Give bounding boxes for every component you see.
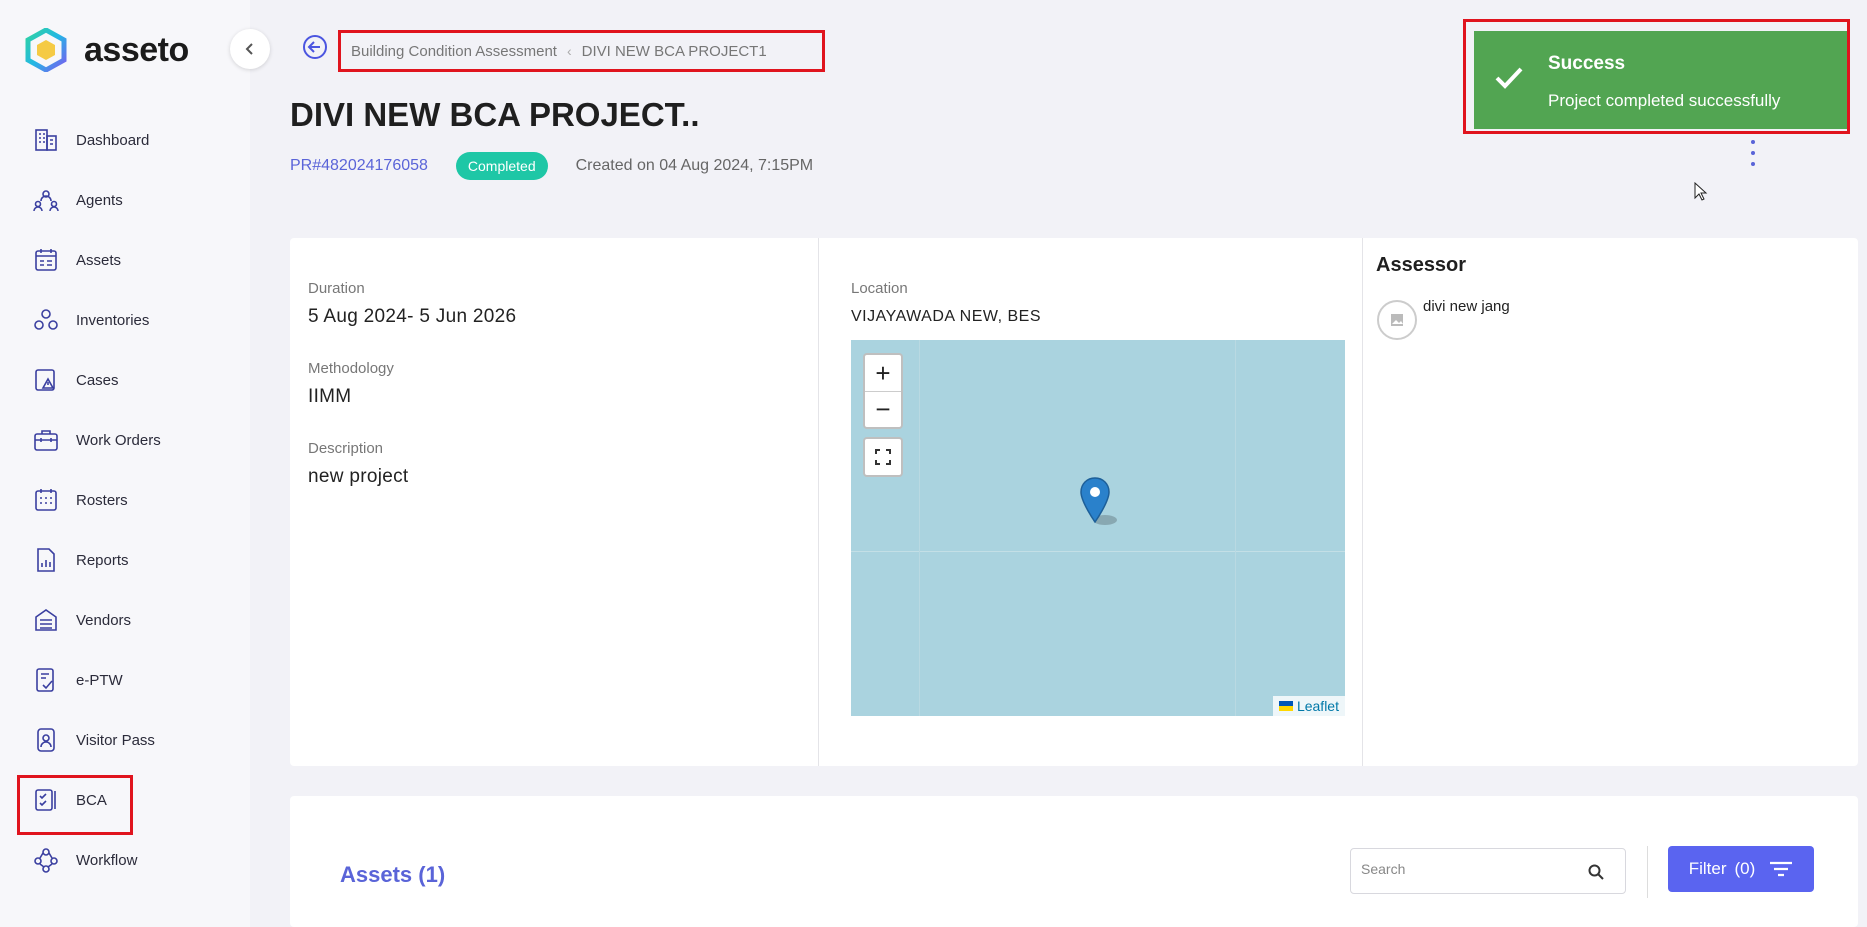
sidebar-item-label: Visitor Pass	[76, 731, 155, 749]
sidebar-item-label: Reports	[76, 551, 129, 569]
duration-value: 5 Aug 2024- 5 Jun 2026	[308, 306, 517, 327]
sidebar-item-reports[interactable]: Reports	[0, 530, 250, 590]
assessor-name: divi new jang	[1423, 298, 1510, 315]
search-box	[1350, 848, 1626, 894]
column-divider	[818, 238, 819, 766]
sidebar-item-label: Cases	[76, 371, 119, 389]
work-orders-icon	[32, 426, 60, 454]
location-label: Location	[851, 280, 908, 297]
sidebar-item-bca[interactable]: BCA	[0, 770, 250, 835]
toast-highlight-frame	[1463, 19, 1850, 134]
filter-icon	[1770, 861, 1793, 877]
chevron-left-icon: ‹	[566, 43, 572, 59]
sidebar-item-label: Work Orders	[76, 431, 161, 449]
sidebar-item-workflow[interactable]: Workflow	[0, 830, 250, 890]
ukraine-flag-icon	[1278, 701, 1293, 711]
description-value: new project	[308, 466, 409, 487]
sidebar-item-dashboard[interactable]: Dashboard	[0, 110, 250, 170]
sidebar-item-label: Inventories	[76, 311, 150, 329]
sidebar-item-label: Assets	[76, 251, 122, 269]
sidebar-item-label: Dashboard	[76, 131, 150, 149]
leaflet-link[interactable]: Leaflet	[1297, 698, 1339, 714]
filter-label: Filter	[1688, 859, 1727, 878]
sidebar-item-label: Rosters	[76, 491, 128, 509]
workflow-icon	[32, 846, 60, 874]
agents-icon	[32, 186, 60, 214]
assets-card: Assets (1) Filter (0)	[290, 796, 1858, 927]
mouse-cursor-icon	[1694, 182, 1708, 201]
avatar	[1377, 300, 1417, 340]
dashboard-building-icon	[32, 126, 60, 154]
vendors-icon	[32, 606, 60, 634]
sidebar-nav: Dashboard Agents Assets Inventories Case…	[0, 110, 250, 890]
sidebar-item-rosters[interactable]: Rosters	[0, 470, 250, 530]
fullscreen-button[interactable]	[863, 437, 903, 477]
page-title: DIVI NEW BCA PROJECT..	[290, 96, 700, 133]
search-input[interactable]	[1361, 861, 1581, 877]
visitor-pass-icon	[32, 726, 60, 754]
breadcrumb-current: DIVI NEW BCA PROJECT1	[581, 42, 767, 60]
methodology-label: Methodology	[308, 360, 394, 377]
description-label: Description	[308, 440, 384, 457]
collapse-sidebar-button[interactable]	[230, 29, 270, 69]
brand-logo[interactable]: asseto	[24, 28, 189, 72]
reports-icon	[32, 546, 60, 574]
sidebar: asseto Dashboard Agents Assets Inventori…	[0, 0, 250, 927]
map-zoom-control: + −	[863, 353, 903, 429]
image-placeholder-icon	[1391, 314, 1403, 326]
breadcrumb: Building Condition Assessment ‹ DIVI NEW…	[338, 30, 825, 72]
filter-count: (0)	[1734, 859, 1756, 878]
divider	[1647, 846, 1648, 898]
filter-button[interactable]: Filter (0)	[1668, 846, 1814, 892]
column-divider	[1362, 238, 1363, 766]
back-arrow-icon[interactable]	[302, 34, 328, 60]
created-date: Created on 04 Aug 2024, 7:15PM	[575, 157, 814, 174]
brand-name: asseto	[84, 30, 189, 69]
project-id-link[interactable]: PR#482024176058	[290, 157, 428, 175]
rosters-icon	[32, 486, 60, 514]
duration-label: Duration	[308, 280, 365, 297]
sidebar-item-cases[interactable]: Cases	[0, 350, 250, 410]
sidebar-item-vendors[interactable]: Vendors	[0, 590, 250, 650]
chevron-left-icon	[245, 43, 253, 55]
sidebar-item-label: Vendors	[76, 611, 132, 629]
project-meta: PR#482024176058 Completed Created on 04 …	[290, 152, 813, 180]
location-value: VIJAYAWADA NEW, BES	[851, 308, 1041, 325]
sidebar-item-visitor-pass[interactable]: Visitor Pass	[0, 710, 250, 770]
zoom-in-button[interactable]: +	[865, 355, 901, 391]
search-icon[interactable]	[1587, 863, 1605, 881]
status-badge: Completed	[455, 152, 548, 180]
breadcrumb-parent-link[interactable]: Building Condition Assessment	[351, 43, 557, 60]
inventories-icon	[32, 306, 60, 334]
sidebar-item-agents[interactable]: Agents	[0, 170, 250, 230]
sidebar-item-label: BCA	[76, 791, 107, 809]
assets-section-title: Assets (1)	[340, 862, 446, 887]
eptw-icon	[32, 666, 60, 694]
more-options-icon[interactable]	[1748, 140, 1758, 166]
assets-icon	[32, 246, 60, 274]
sidebar-item-work-orders[interactable]: Work Orders	[0, 410, 250, 470]
methodology-value: IIMM	[308, 386, 352, 407]
sidebar-item-assets[interactable]: Assets	[0, 230, 250, 290]
fullscreen-icon	[875, 449, 891, 465]
sidebar-item-label: Agents	[76, 191, 123, 209]
location-map[interactable]: + − Leaflet	[851, 340, 1345, 716]
cases-icon	[32, 366, 60, 394]
map-attribution: Leaflet	[1272, 696, 1345, 716]
sidebar-item-eptw[interactable]: e-PTW	[0, 650, 250, 710]
assessor-heading: Assessor	[1376, 254, 1467, 276]
sidebar-item-label: e-PTW	[76, 671, 123, 689]
sidebar-item-label: Workflow	[76, 851, 138, 869]
project-info-card: Duration 5 Aug 2024- 5 Jun 2026 Methodol…	[290, 238, 1858, 766]
asseto-logo-icon	[25, 28, 67, 72]
bca-icon	[32, 786, 60, 814]
sidebar-item-inventories[interactable]: Inventories	[0, 290, 250, 350]
zoom-out-button[interactable]: −	[865, 391, 901, 427]
map-marker-icon[interactable]	[1079, 476, 1119, 528]
